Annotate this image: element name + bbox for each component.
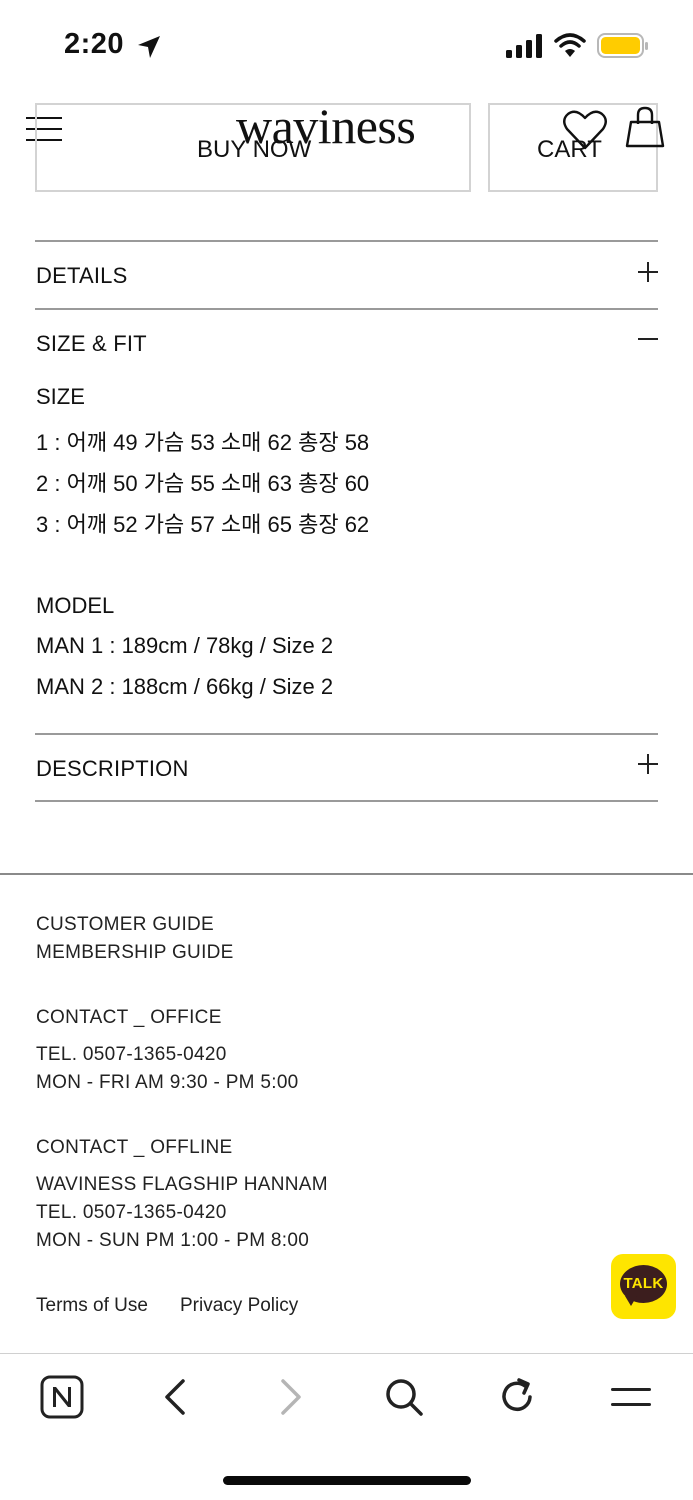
forward-icon[interactable] — [269, 1375, 313, 1419]
naver-home-icon[interactable] — [40, 1375, 84, 1419]
offline-store-name: WAVINESS FLAGSHIP HANNAM — [36, 1174, 328, 1195]
terms-of-use-link[interactable]: Terms of Use — [36, 1295, 148, 1317]
office-hours: MON - FRI AM 9:30 - PM 5:00 — [36, 1072, 299, 1093]
footer-divider — [0, 873, 693, 875]
divider — [35, 800, 658, 802]
size-heading: SIZE — [36, 384, 85, 409]
accordion-title-description[interactable]: DESCRIPTION — [36, 756, 189, 782]
menu-icon[interactable] — [609, 1375, 653, 1419]
wifi-icon — [554, 33, 586, 57]
model-row: MAN 1 : 189cm / 78kg / Size 2 — [36, 633, 334, 658]
accordion-title-size-fit[interactable]: SIZE & FIT — [36, 331, 147, 357]
search-icon[interactable] — [382, 1375, 426, 1419]
size-row: 1 : 어깨 49 가슴 53 소매 62 총장 58 — [36, 430, 370, 455]
wishlist-heart-icon[interactable] — [562, 108, 608, 152]
kakao-talk-label: TALK — [623, 1275, 664, 1292]
office-tel[interactable]: TEL. 0507-1365-0420 — [36, 1044, 227, 1066]
cellular-signal-icon — [506, 34, 542, 58]
chat-bubble-tail — [625, 1296, 637, 1306]
collapse-minus-icon[interactable] — [636, 327, 660, 351]
size-row: 3 : 어깨 52 가슴 57 소매 65 총장 62 — [36, 512, 370, 537]
status-bar: 2:20 — [0, 0, 693, 90]
shopping-bag-icon[interactable] — [624, 106, 666, 152]
divider — [35, 308, 658, 310]
contact-offline-heading: CONTACT _ OFFLINE — [36, 1137, 233, 1158]
refresh-icon[interactable] — [495, 1375, 539, 1419]
membership-guide-link[interactable]: MEMBERSHIP GUIDE — [36, 942, 234, 964]
divider — [35, 733, 658, 735]
offline-tel[interactable]: TEL. 0507-1365-0420 — [36, 1202, 227, 1224]
location-arrow-icon — [138, 36, 160, 58]
battery-icon — [597, 33, 648, 58]
status-time: 2:20 — [64, 28, 125, 60]
offline-hours: MON - SUN PM 1:00 - PM 8:00 — [36, 1230, 310, 1251]
toolbar-divider — [0, 1353, 693, 1354]
contact-office-heading: CONTACT _ OFFICE — [36, 1007, 222, 1028]
kakao-talk-button[interactable]: TALK — [611, 1254, 676, 1319]
home-indicator — [223, 1476, 471, 1485]
model-row: MAN 2 : 188cm / 66kg / Size 2 — [36, 674, 334, 699]
accordion-title-details[interactable]: DETAILS — [36, 263, 127, 289]
size-row: 2 : 어깨 50 가슴 55 소매 63 총장 60 — [36, 471, 370, 496]
privacy-policy-link[interactable]: Privacy Policy — [180, 1295, 298, 1317]
customer-guide-link[interactable]: CUSTOMER GUIDE — [36, 914, 214, 936]
model-heading: MODEL — [36, 593, 115, 618]
brand-logo[interactable]: waviness — [236, 96, 416, 156]
back-icon[interactable] — [153, 1375, 197, 1419]
expand-plus-icon[interactable] — [636, 260, 660, 284]
divider — [35, 240, 658, 242]
expand-plus-icon[interactable] — [636, 752, 660, 776]
